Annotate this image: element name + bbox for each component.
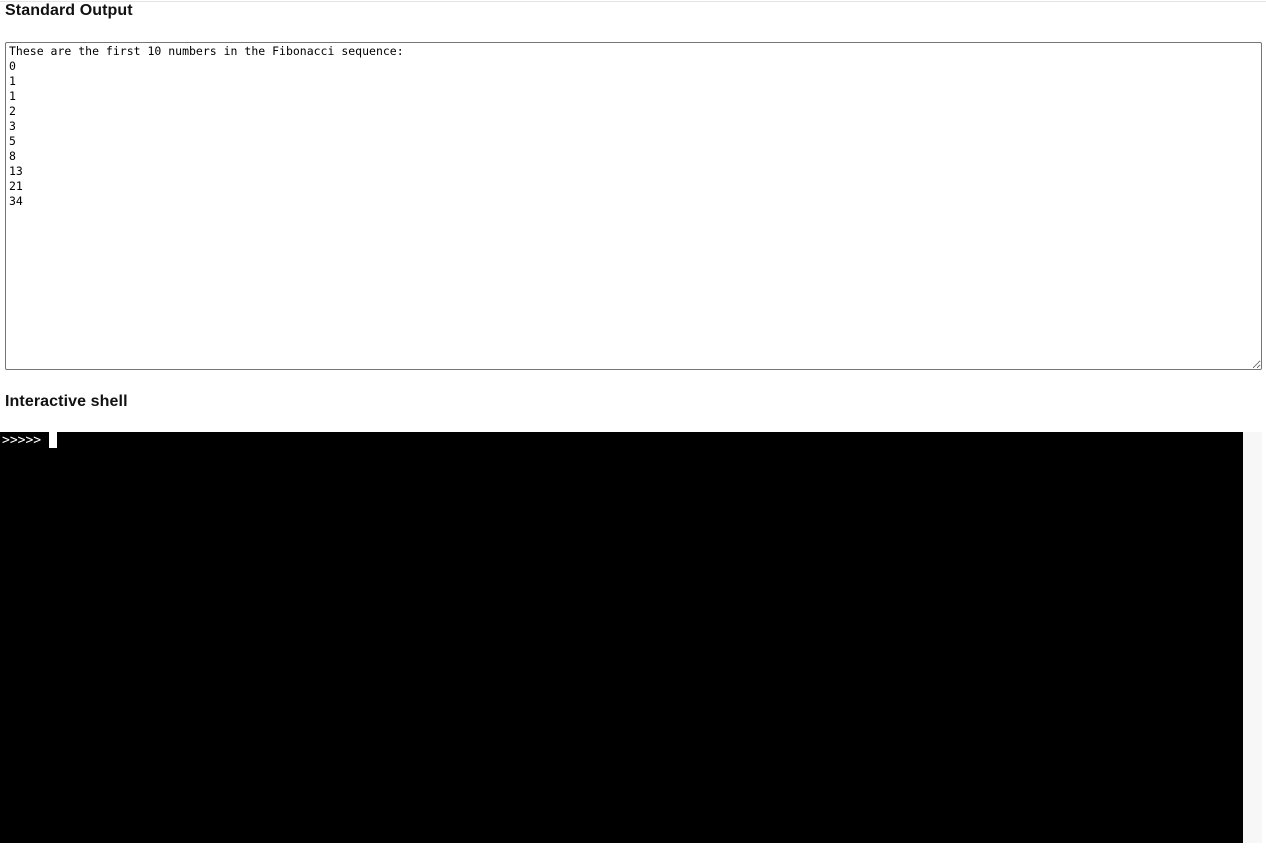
interactive-shell-terminal[interactable]: >>>>>: [0, 432, 1243, 843]
shell-prompt-symbol: >>>>>: [2, 433, 42, 448]
standard-output-textarea[interactable]: [5, 42, 1262, 370]
interactive-shell-container: >>>>>: [0, 432, 1262, 843]
page-title-interactive-shell: Interactive shell: [5, 393, 128, 410]
text-cursor-icon: [49, 432, 58, 448]
shell-prompt-line: >>>>>: [2, 432, 58, 449]
page-title-standard-output: Standard Output: [5, 2, 133, 19]
top-divider: [0, 1, 1266, 2]
